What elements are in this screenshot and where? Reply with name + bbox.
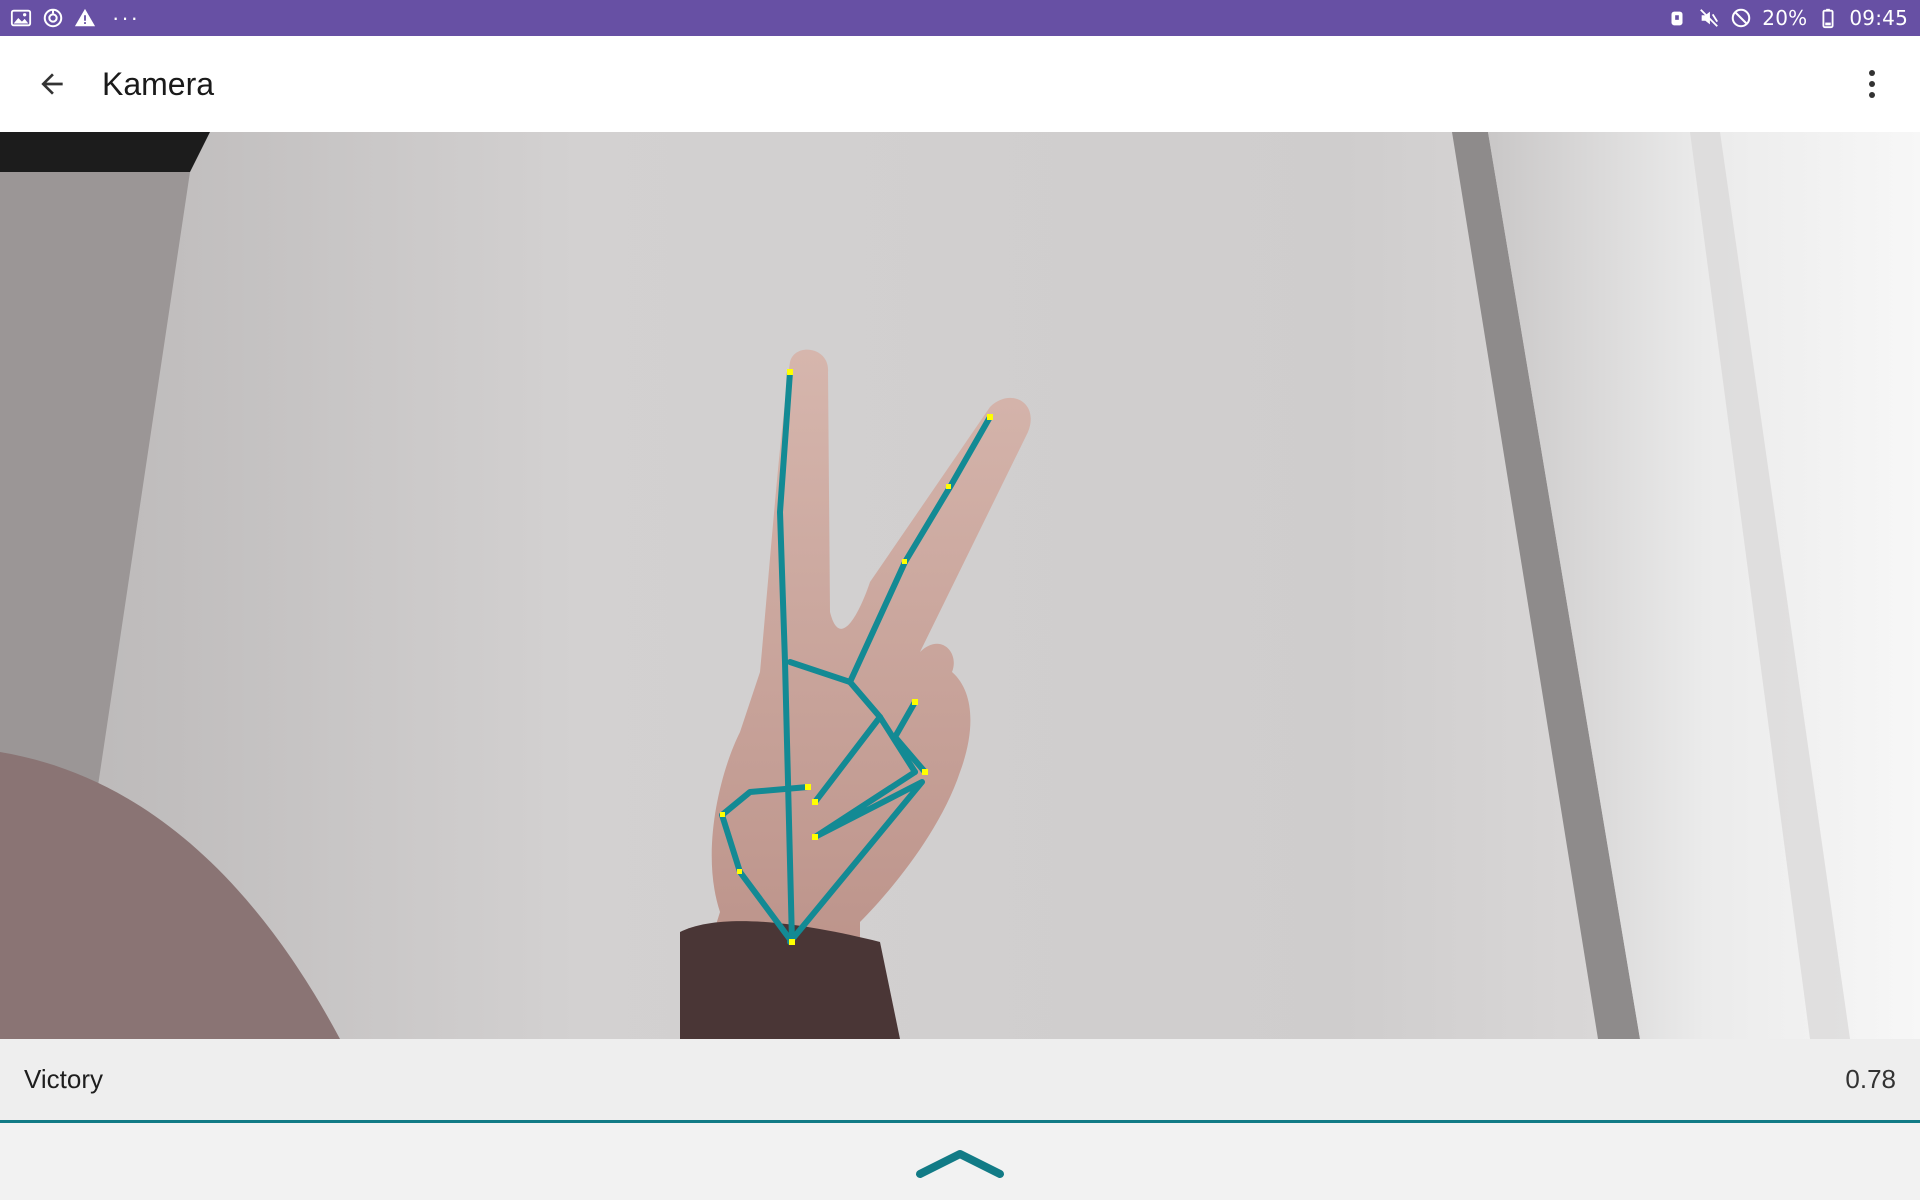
gesture-score: 0.78 [1845,1064,1896,1094]
bottom-sheet-handle[interactable] [0,1123,1920,1200]
gesture-label: Victory [24,1064,103,1094]
gesture-result: Victory 0.78 [0,1039,1920,1123]
more-notifications-icon: ··· [112,5,140,30]
status-bar: ··· 20% 09:45 [0,0,1920,36]
status-left-icons: ··· [10,7,140,29]
overflow-menu-button[interactable] [1848,56,1896,112]
more-vert-icon [1869,70,1875,98]
mute-icon [1698,7,1720,29]
warning-icon [74,7,96,29]
dark-corner [0,132,210,172]
clock: 09:45 [1849,6,1908,30]
chevron-up-icon[interactable] [912,1144,1008,1180]
battery-icon [1817,7,1839,29]
camera-frame [0,132,1920,1039]
arrow-back-icon [41,73,63,95]
page-title: Kamera [102,65,215,102]
alarm-icon [1666,7,1688,29]
status-right-icons: 20% 09:45 [1666,6,1908,30]
app-bar: Kamera [0,36,1920,132]
camera-preview[interactable] [0,132,1920,1039]
image-icon [10,7,32,29]
back-button[interactable] [24,56,80,112]
sync-icon [42,7,64,29]
battery-percent: 20% [1762,6,1808,30]
dnd-icon [1730,7,1752,29]
